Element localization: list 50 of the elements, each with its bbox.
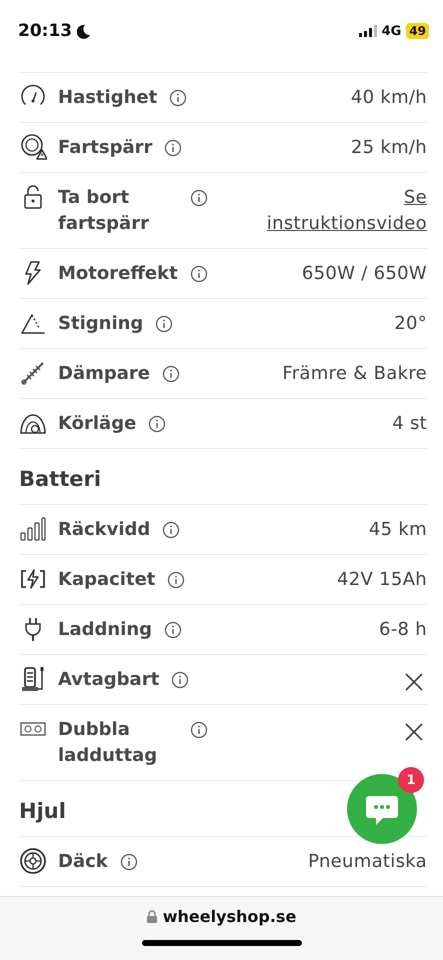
spec-label: Dämpare bbox=[58, 362, 150, 386]
spec-value: 6-8 h bbox=[378, 618, 427, 642]
spec-label: Körläge bbox=[58, 412, 136, 436]
battery-level: 49 bbox=[406, 23, 429, 39]
tire-icon bbox=[19, 847, 47, 875]
info-icon[interactable] bbox=[162, 521, 180, 539]
spec-value: 20° bbox=[394, 312, 427, 336]
spec-value: 42V 15Ah bbox=[337, 568, 427, 592]
section-heading: Hjul bbox=[19, 798, 66, 825]
spec-label: Laddning bbox=[58, 618, 152, 642]
info-icon[interactable] bbox=[155, 315, 174, 333]
spec-value: 45 km bbox=[368, 518, 427, 542]
clock-time: 20:13 bbox=[18, 21, 72, 41]
info-icon[interactable] bbox=[164, 621, 182, 639]
signal-icon bbox=[358, 25, 377, 37]
spec-label: Fartspärr bbox=[58, 136, 152, 160]
info-icon[interactable] bbox=[169, 89, 188, 107]
spec-value: 4 st bbox=[392, 412, 427, 436]
info-icon[interactable] bbox=[190, 265, 208, 283]
spec-label: Räckvidd bbox=[58, 518, 150, 542]
notification-badge: 1 bbox=[398, 767, 424, 793]
spec-label: Hastighet bbox=[58, 86, 158, 110]
network-type: 4G bbox=[382, 24, 402, 38]
spec-label: Ta bort fartspärr bbox=[58, 186, 150, 236]
spec-value: Främre & Bakre bbox=[282, 362, 427, 386]
info-icon[interactable] bbox=[167, 571, 186, 589]
address-url[interactable]: wheelyshop.se bbox=[162, 907, 296, 926]
lock-icon bbox=[146, 910, 157, 923]
spec-value: 40 km/h bbox=[350, 86, 427, 110]
info-icon[interactable] bbox=[162, 365, 180, 383]
spec-label: Kapacitet bbox=[58, 568, 156, 592]
moon-icon bbox=[77, 24, 92, 38]
info-icon[interactable] bbox=[148, 415, 166, 433]
info-icon[interactable] bbox=[190, 189, 208, 207]
info-icon[interactable] bbox=[164, 139, 182, 157]
signal-bars-icon bbox=[19, 515, 47, 543]
spec-label: Avtagbart bbox=[58, 668, 160, 692]
info-icon[interactable] bbox=[171, 671, 190, 689]
info-icon[interactable] bbox=[190, 721, 208, 739]
section-heading: Batteri bbox=[19, 466, 102, 493]
spec-value: 25 km/h bbox=[350, 136, 427, 160]
spec-label: Däck bbox=[58, 850, 108, 874]
spec-label: Stigning bbox=[58, 312, 144, 336]
speedometer-warning-icon bbox=[19, 133, 47, 161]
spec-label: Motoreffekt bbox=[58, 262, 178, 286]
spec-value: Pneumatiska bbox=[308, 850, 427, 874]
spec-value: 650W / 650W bbox=[302, 262, 427, 286]
spec-label: Dubbla ladduttag bbox=[58, 718, 158, 768]
video-link[interactable]: Se instruktionsvideo bbox=[247, 185, 427, 237]
info-icon[interactable] bbox=[120, 853, 138, 871]
